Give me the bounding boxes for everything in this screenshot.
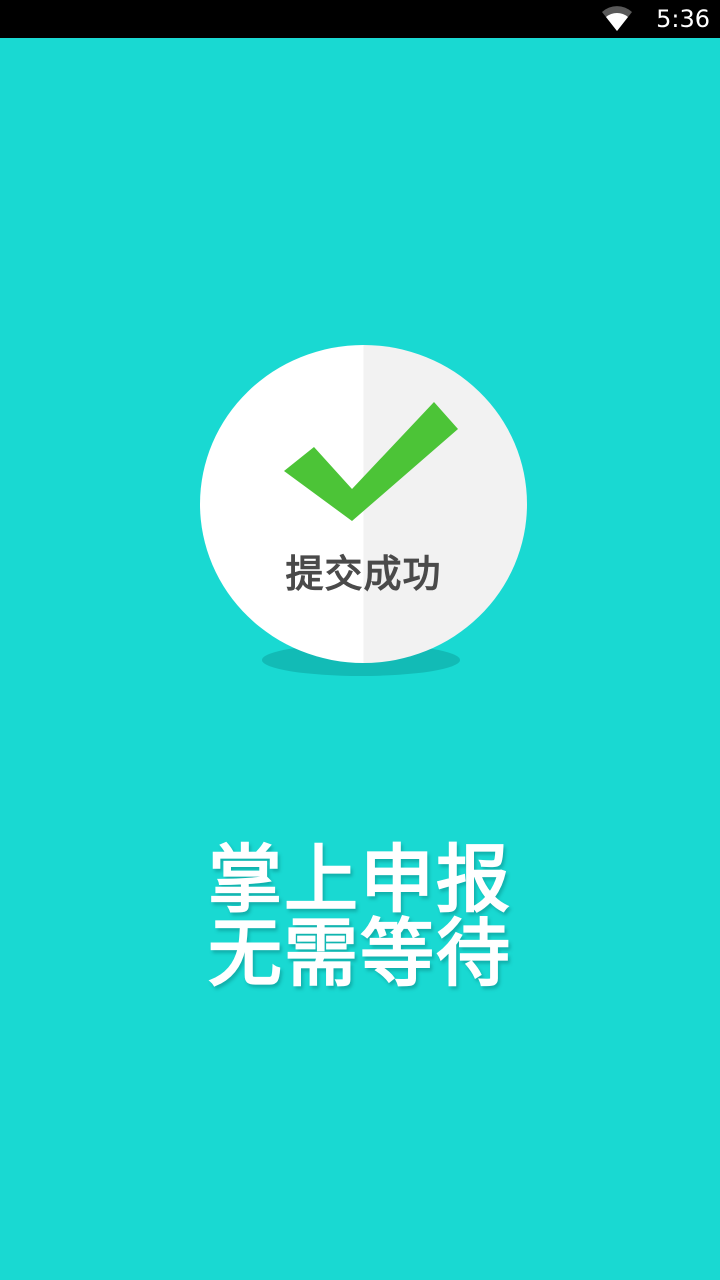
status-time: 5:36	[656, 5, 710, 33]
checkmark-icon	[284, 402, 458, 521]
status-bar: 5:36	[0, 0, 720, 38]
wifi-icon	[602, 6, 632, 31]
slogan-line-2: 无需等待	[208, 911, 512, 997]
submit-success-label: 提交成功	[285, 552, 442, 596]
success-badge: 提交成功	[200, 345, 527, 663]
